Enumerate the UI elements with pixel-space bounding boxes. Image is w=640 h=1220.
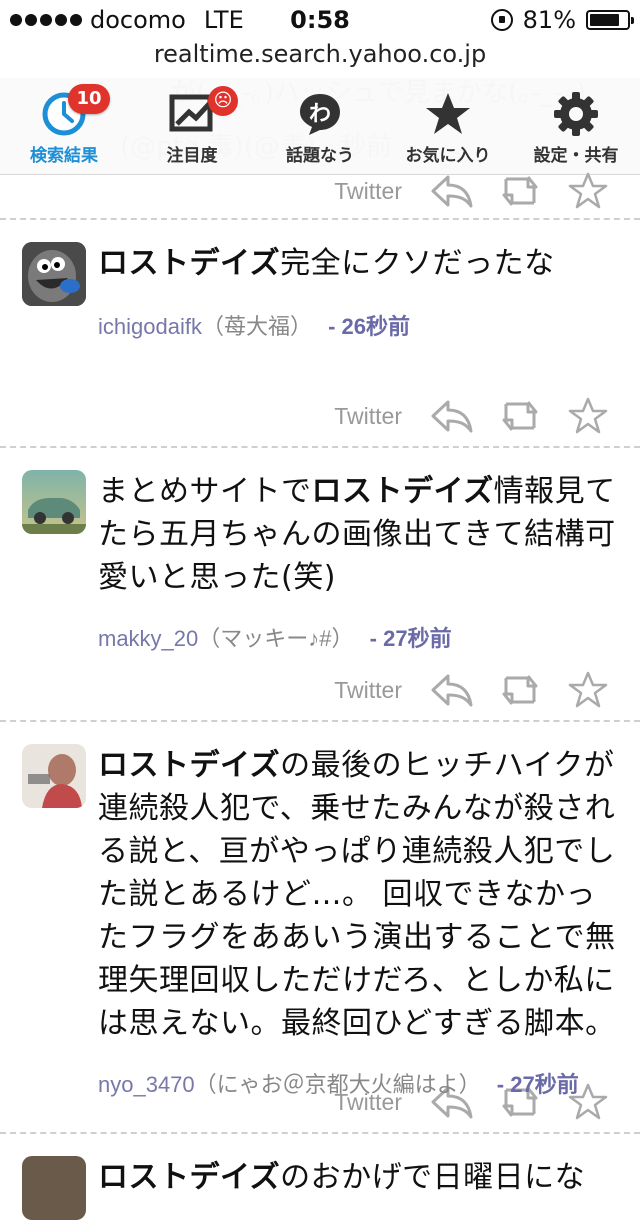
keyword-highlight: ロストデイズ	[98, 748, 281, 783]
tweet-text-rest: のおかげで日曜日にな	[280, 1160, 586, 1195]
tweet-text-rest: 完全にクソだったな	[280, 246, 555, 281]
display-name: （マッキー♪#）	[198, 626, 354, 651]
source-label: Twitter	[334, 402, 402, 429]
display-name: （苺大福）	[201, 314, 312, 339]
address-bar[interactable]: realtime.search.yahoo.co.jp	[0, 40, 640, 76]
display-name: （にゃお＠京都大火編はよ）	[194, 1072, 481, 1097]
post-actions: Twitter	[0, 394, 640, 438]
tweet-item[interactable]: ロストデイズのおかげで日曜日にな	[0, 1134, 640, 1220]
time-ago-value: 27秒前	[383, 626, 452, 651]
sad-face-badge: ☹	[208, 86, 238, 116]
battery-icon	[586, 10, 634, 30]
tweet-text: ロストデイズのおかげで日曜日にな	[98, 1152, 620, 1199]
tab-label: 検索結果	[30, 146, 98, 166]
tweet-text-pre: まとめサイトで	[98, 474, 312, 509]
screen-name[interactable]: nyo_3470	[98, 1072, 195, 1097]
tab-attention[interactable]: ☹ 注目度	[128, 78, 256, 174]
tab-trending-now[interactable]: わ 話題なう	[256, 78, 384, 174]
tweet-item[interactable]: ロストデイズ完全にクソだったな ichigodaifk（苺大福） - 26秒前	[0, 220, 640, 394]
favorite-star-icon[interactable]	[566, 671, 610, 709]
rotation-lock-icon	[490, 9, 513, 31]
retweet-icon[interactable]	[498, 172, 542, 210]
screen-name[interactable]: ichigodaifk	[98, 314, 202, 339]
tab-bar: 10 検索結果 ☹ 注目度 わ 話題なう お気に入り 設定・共有	[0, 78, 640, 175]
avatar[interactable]	[22, 470, 86, 534]
tweet-feed: Twitter ロストデイズ完全にクソだったな ichigodaifk（苺大福）	[0, 172, 640, 1220]
time-ago: - 26秒前	[328, 314, 411, 339]
retweet-icon[interactable]	[498, 671, 542, 709]
reply-icon[interactable]	[430, 397, 474, 435]
tab-favorites[interactable]: お気に入り	[384, 78, 512, 174]
tab-label: お気に入り	[405, 146, 491, 166]
tweet-meta: makky_20（マッキー♪#） - 27秒前	[98, 621, 620, 653]
post-actions: Twitter	[0, 172, 640, 210]
keyword-highlight: ロストデイズ	[98, 1160, 281, 1195]
avatar[interactable]	[22, 242, 86, 306]
screen-name[interactable]: makky_20	[98, 626, 198, 651]
time-ago: - 27秒前	[369, 626, 452, 651]
tab-label: 注目度	[166, 146, 218, 166]
star-icon	[423, 91, 473, 137]
status-right: 81%	[490, 6, 634, 34]
favorite-star-icon[interactable]	[566, 172, 610, 210]
post-actions: Twitter	[0, 668, 640, 712]
tweet-meta: ichigodaifk（苺大福） - 26秒前	[98, 309, 620, 341]
tweet-text: まとめサイトでロストデイズ情報見てたら五月ちゃんの画像出てきて結構可愛いと思った…	[98, 466, 620, 599]
time-ago-value: 27秒前	[510, 1072, 579, 1097]
reply-icon[interactable]	[430, 172, 474, 210]
source-label: Twitter	[334, 676, 402, 703]
svg-text:わ: わ	[309, 102, 331, 127]
tab-settings-share[interactable]: 設定・共有	[512, 78, 640, 174]
wa-bubble-icon: わ	[295, 91, 345, 137]
tweet-meta: nyo_3470（にゃお＠京都大火編はよ） - 27秒前	[98, 1067, 620, 1099]
tweet-text: ロストデイズ完全にクソだったな	[98, 238, 620, 285]
gear-icon	[551, 91, 601, 137]
tab-label: 設定・共有	[533, 146, 619, 166]
time-ago-value: 26秒前	[341, 314, 411, 339]
retweet-icon[interactable]	[498, 397, 542, 435]
avatar[interactable]	[22, 1156, 86, 1220]
source-label: Twitter	[334, 177, 402, 204]
avatar[interactable]	[22, 744, 86, 808]
tweet-text: ロストデイズの最後のヒッチハイクが連続殺人犯で、乗せたみんなが殺される説と、亘が…	[98, 740, 620, 1045]
keyword-highlight: ロストデイズ	[311, 474, 494, 509]
tab-label: 話題なう	[286, 146, 354, 166]
tab-search-results[interactable]: 10 検索結果	[0, 78, 128, 174]
status-bar: docomo LTE 0:58 81%	[0, 0, 640, 40]
time-ago: - 27秒前	[496, 1072, 579, 1097]
keyword-highlight: ロストデイズ	[98, 246, 281, 281]
notification-badge: 10	[68, 84, 110, 114]
battery-percent: 81%	[522, 6, 576, 34]
reply-icon[interactable]	[430, 671, 474, 709]
battery-fill	[590, 14, 620, 26]
tweet-item[interactable]: まとめサイトでロストデイズ情報見てたら五月ちゃんの画像出てきて結構可愛いと思った…	[0, 448, 640, 668]
tweet-item[interactable]: ロストデイズの最後のヒッチハイクが連続殺人犯で、乗せたみんなが殺される説と、亘が…	[0, 722, 640, 1097]
favorite-star-icon[interactable]	[566, 397, 610, 435]
tweet-text-rest: の最後のヒッチハイクが連続殺人犯で、乗せたみんなが殺される説と、亘がやっぱり連続…	[98, 748, 616, 1041]
